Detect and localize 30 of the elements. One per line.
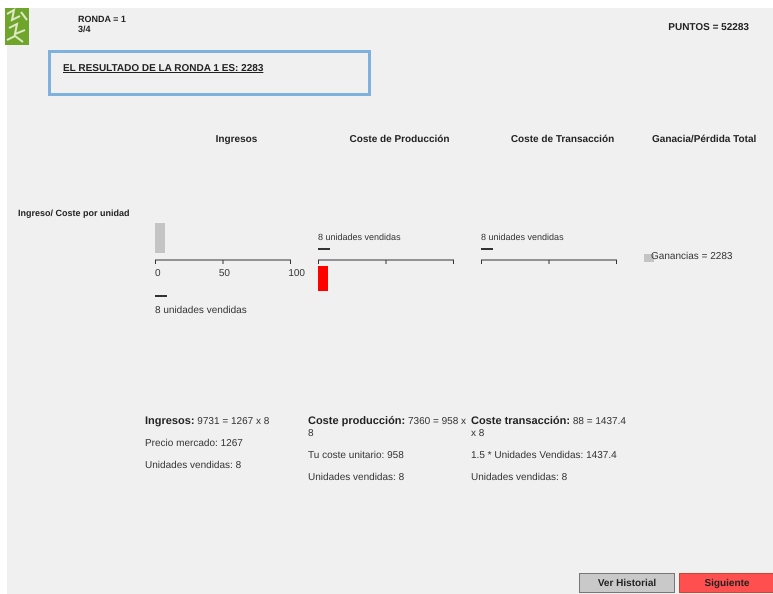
legend-label: 8 unidades vendidas	[481, 230, 564, 244]
detail-line: Unidades vendidas: 8	[308, 472, 406, 484]
axis-tick-label: 0	[155, 266, 161, 280]
bar	[318, 266, 328, 291]
axis-tick-label: 100	[288, 266, 305, 280]
detail-line: Precio mercado: 1267	[145, 438, 244, 450]
detail-formula: Ingresos: 9731 = 1267 x 8	[145, 414, 270, 428]
bar	[155, 222, 165, 252]
round-label: RONDA = 1	[78, 14, 126, 24]
legend-label: 8 unidades vendidas	[318, 230, 401, 244]
legend-label: Ganancias = 2283	[651, 250, 732, 264]
history-button[interactable]: Ver Historial	[579, 573, 675, 593]
column-heading: Ganacia/Pérdida Total	[651, 133, 758, 147]
logo-icon	[5, 8, 29, 45]
row-label: Ingreso/ Coste por unidad	[18, 207, 131, 220]
result-text: EL RESULTADO DE LA RONDA 1 ES: 2283	[63, 62, 264, 76]
next-button[interactable]: Siguiente	[679, 573, 773, 593]
detail-formula: Coste transacción: 88 = 1437.4 x 8	[471, 414, 627, 440]
detail-line: 1.5 * Unidades Vendidas: 1437.4	[471, 450, 618, 462]
detail-line: Unidades vendidas: 8	[471, 472, 568, 484]
detail-line: Tu coste unitario: 958	[308, 450, 405, 462]
legend-label: 8 unidades vendidas	[155, 304, 247, 318]
points-label: PUNTOS = 52283	[668, 21, 749, 35]
column-heading: Ingresos	[214, 133, 258, 147]
detail-line: Unidades vendidas: 8	[145, 460, 242, 472]
column-heading: Coste de Producción	[348, 133, 450, 147]
axis-tick-label: 50	[218, 266, 230, 280]
detail-formula: Coste producción: 7360 = 958 x 8	[308, 414, 467, 440]
column-heading: Coste de Transacción	[510, 133, 616, 147]
round-fraction: 3/4	[78, 24, 92, 34]
